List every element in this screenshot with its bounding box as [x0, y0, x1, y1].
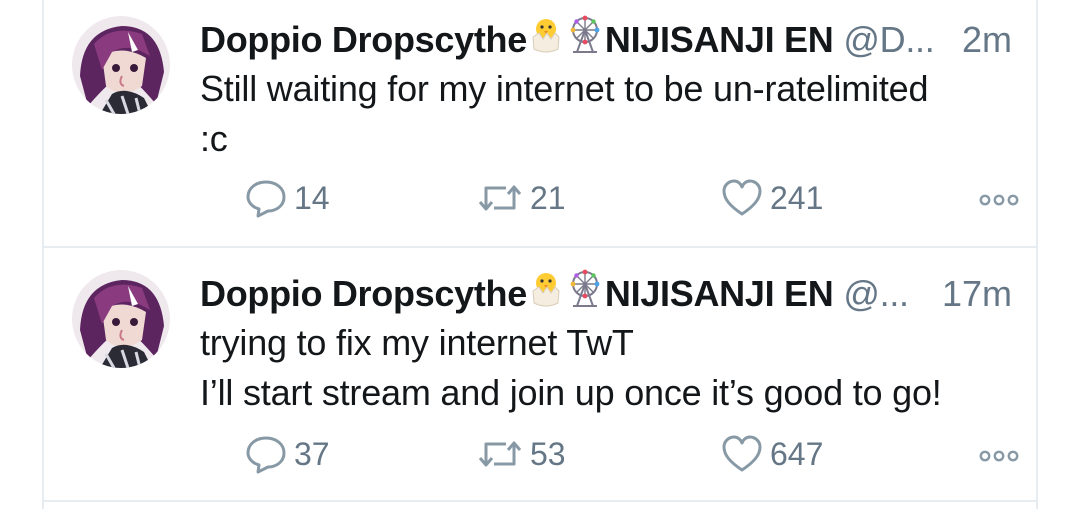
reply-button[interactable]: 14: [244, 176, 330, 220]
tweet-header: Doppio Dropscythe: [200, 269, 1012, 317]
more-options-button[interactable]: [978, 176, 1026, 220]
more-options-icon: [979, 194, 1019, 206]
ferris-wheel-emoji: [565, 14, 605, 64]
tweet[interactable]: Doppio Dropscythe: [44, 248, 1036, 502]
heart-icon: [722, 179, 762, 216]
hatching-chick-emoji: [527, 15, 565, 63]
author-handle[interactable]: @...: [843, 273, 909, 314]
reply-count: 14: [294, 179, 330, 216]
tweet-actions: 14 21 241: [200, 176, 1030, 220]
reply-icon: [246, 180, 286, 218]
more-options-icon: [979, 450, 1019, 462]
tweet-header: Doppio Dropscythe: [200, 15, 1012, 63]
reply-icon: [246, 436, 286, 474]
reply-count: 37: [294, 435, 330, 472]
like-button[interactable]: 647: [720, 432, 823, 476]
like-button[interactable]: 241: [720, 176, 823, 220]
tweet-text-line: I’ll start stream and join up once it’s …: [200, 372, 942, 413]
hatching-chick-emoji: [527, 269, 565, 317]
tweet[interactable]: Doppio Dropscythe: [44, 0, 1036, 248]
retweet-count: 53: [530, 435, 566, 472]
retweet-button[interactable]: 53: [476, 432, 566, 476]
tweet-timestamp[interactable]: 17m: [942, 272, 1012, 316]
retweet-count: 21: [530, 179, 566, 216]
avatar[interactable]: [72, 16, 170, 114]
timeline: Doppio Dropscythe NIJISANJI EN @D... 2m …: [42, 0, 1038, 509]
avatar[interactable]: [72, 270, 170, 368]
tweet-text: trying to fix my internet TwT I’ll start…: [200, 318, 1020, 418]
like-count: 647: [770, 435, 824, 472]
heart-icon: [722, 435, 762, 472]
tweet-text-line: Still waiting for my internet to be un-r…: [200, 68, 929, 109]
retweet-button[interactable]: 21: [476, 176, 566, 220]
retweet-icon: [478, 185, 522, 211]
tweet-text: Still waiting for my internet to be un-r…: [200, 64, 1020, 164]
author-name[interactable]: Doppio Dropscythe: [200, 273, 527, 314]
author-name[interactable]: Doppio Dropscythe: [200, 19, 527, 60]
org-name: NIJISANJI EN: [604, 19, 834, 60]
tweet-actions: 37 53 647: [200, 432, 1030, 476]
tweet-text-line: :c: [200, 118, 228, 159]
reply-button[interactable]: 37: [244, 432, 330, 476]
author-handle[interactable]: @D...: [843, 19, 934, 60]
tweet-timestamp[interactable]: 2m: [962, 18, 1012, 62]
retweet-icon: [478, 441, 522, 467]
more-options-button[interactable]: [978, 432, 1026, 476]
ferris-wheel-emoji: [565, 268, 605, 318]
org-name: NIJISANJI EN: [604, 273, 834, 314]
tweet-text-line: trying to fix my internet TwT: [200, 322, 634, 363]
like-count: 241: [770, 179, 824, 216]
